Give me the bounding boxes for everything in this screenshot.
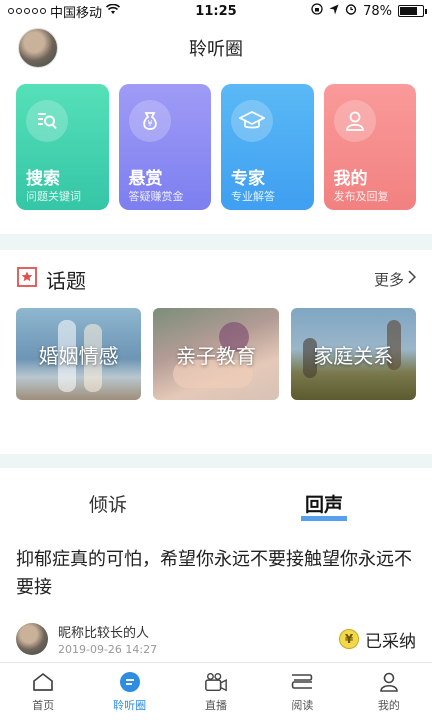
avatar[interactable] [16, 623, 48, 655]
post-author-row: 昵称比较长的人 2019-09-26 14:27 ¥ 已采纳 [16, 622, 416, 656]
topic-label: 家庭关系 [313, 343, 394, 368]
graduation-cap-icon [231, 100, 273, 142]
orientation-lock-icon [311, 3, 323, 19]
person-icon [333, 100, 376, 142]
topic-marriage[interactable]: 婚姻情感 [16, 308, 142, 400]
bottom-nav: 首页 聆听圈 直播 阅读 我的 [0, 662, 432, 720]
nav-circle[interactable]: 聆听圈 [86, 663, 172, 720]
nav-label: 阅读 [291, 698, 314, 712]
battery-fill [400, 7, 418, 15]
tab-active-indicator [301, 515, 347, 521]
card-title: 我的 [333, 169, 368, 189]
tab-complain[interactable]: 倾诉 [0, 490, 216, 517]
more-label: 更多 [373, 270, 404, 289]
nav-mine[interactable]: 我的 [346, 663, 432, 720]
adopted-label: 已采纳 [365, 631, 416, 652]
nav-label: 我的 [377, 698, 400, 712]
nav-label: 首页 [32, 698, 55, 712]
status-bar: 中国移动 11:25 78% [0, 0, 432, 22]
topic-list: 婚姻情感 亲子教育 家庭关系 [16, 308, 416, 400]
author-name: 昵称比较长的人 [58, 626, 150, 641]
book-icon [290, 671, 314, 693]
adopted-badge: ¥ 已采纳 [339, 627, 416, 652]
post-text: 抑郁症真的可怕，希望你永远不要接触望你永远不要接 [16, 549, 412, 598]
avatar[interactable] [18, 28, 58, 68]
author-info: 昵称比较长的人 2019-09-26 14:27 [58, 622, 339, 656]
alarm-icon [345, 3, 357, 19]
topic-parenting[interactable]: 亲子教育 [153, 308, 279, 400]
money-bag-icon: ¥ [128, 100, 171, 142]
post-item[interactable]: 抑郁症真的可怕，希望你永远不要接触望你永远不要接 昵称比较长的人 2019-09… [0, 538, 432, 672]
section-divider [0, 454, 432, 468]
battery-percent: 78% [363, 3, 392, 19]
card-title: 悬赏 [128, 169, 163, 189]
card-title: 专家 [231, 169, 265, 189]
card-subtitle: 发布及回复 [333, 190, 389, 203]
topics-title: 话题 [46, 268, 86, 293]
chat-bubble-icon [118, 671, 142, 693]
topic-label: 亲子教育 [175, 343, 256, 368]
status-right: 78% [311, 3, 427, 19]
more-link[interactable]: 更多 [373, 269, 417, 290]
section-divider [0, 234, 432, 250]
card-subtitle: 问题关键词 [26, 190, 81, 203]
video-camera-icon [204, 671, 228, 693]
nav-label: 直播 [205, 698, 228, 712]
location-icon [329, 4, 339, 19]
header: 聆听圈 [0, 22, 432, 74]
signal-strength-icon [8, 8, 46, 14]
card-subtitle: 专业解答 [231, 190, 275, 203]
carrier-label: 中国移动 [50, 5, 103, 21]
card-search[interactable]: 搜索 问题关键词 [16, 84, 109, 210]
card-mine[interactable]: 我的 发布及回复 [323, 84, 416, 210]
svg-text:¥: ¥ [147, 119, 152, 128]
tab-label: 回声 [304, 493, 343, 516]
feature-cards: 搜索 问题关键词 ¥ 悬赏 答疑赚赏金 专家 专业解答 我的 发布及回复 [0, 74, 432, 234]
topics-header: 话题 更多 [16, 264, 417, 294]
page-title: 聆听圈 [189, 39, 243, 60]
bookmark-star-icon [16, 266, 38, 292]
nav-reading[interactable]: 阅读 [259, 663, 345, 720]
coin-icon: ¥ [339, 629, 359, 649]
search-icon [26, 100, 68, 142]
status-left: 中国移动 [8, 2, 121, 21]
nav-home[interactable]: 首页 [0, 663, 86, 720]
wifi-icon [105, 3, 121, 19]
home-icon [31, 671, 55, 693]
battery-icon [398, 5, 427, 17]
person-icon [377, 671, 401, 693]
card-title: 搜索 [26, 169, 60, 189]
topic-family[interactable]: 家庭关系 [290, 308, 416, 400]
card-subtitle: 答疑赚赏金 [128, 190, 184, 203]
clock: 11:25 [195, 3, 237, 19]
card-reward[interactable]: ¥ 悬赏 答疑赚赏金 [118, 84, 211, 210]
tab-label: 倾诉 [88, 493, 127, 516]
chevron-right-icon [408, 270, 417, 288]
post-timestamp: 2019-09-26 14:27 [58, 643, 158, 656]
nav-live[interactable]: 直播 [173, 663, 259, 720]
tab-echo[interactable]: 回声 [216, 490, 432, 521]
topics-section: 话题 更多 婚姻情感 亲子教育 家庭关系 [0, 250, 432, 454]
card-expert[interactable]: 专家 专业解答 [221, 84, 314, 210]
content-tabs: 倾诉 回声 [0, 468, 432, 538]
topic-label: 婚姻情感 [38, 343, 119, 368]
nav-label: 聆听圈 [113, 698, 147, 712]
topics-title-group: 话题 [16, 265, 86, 294]
